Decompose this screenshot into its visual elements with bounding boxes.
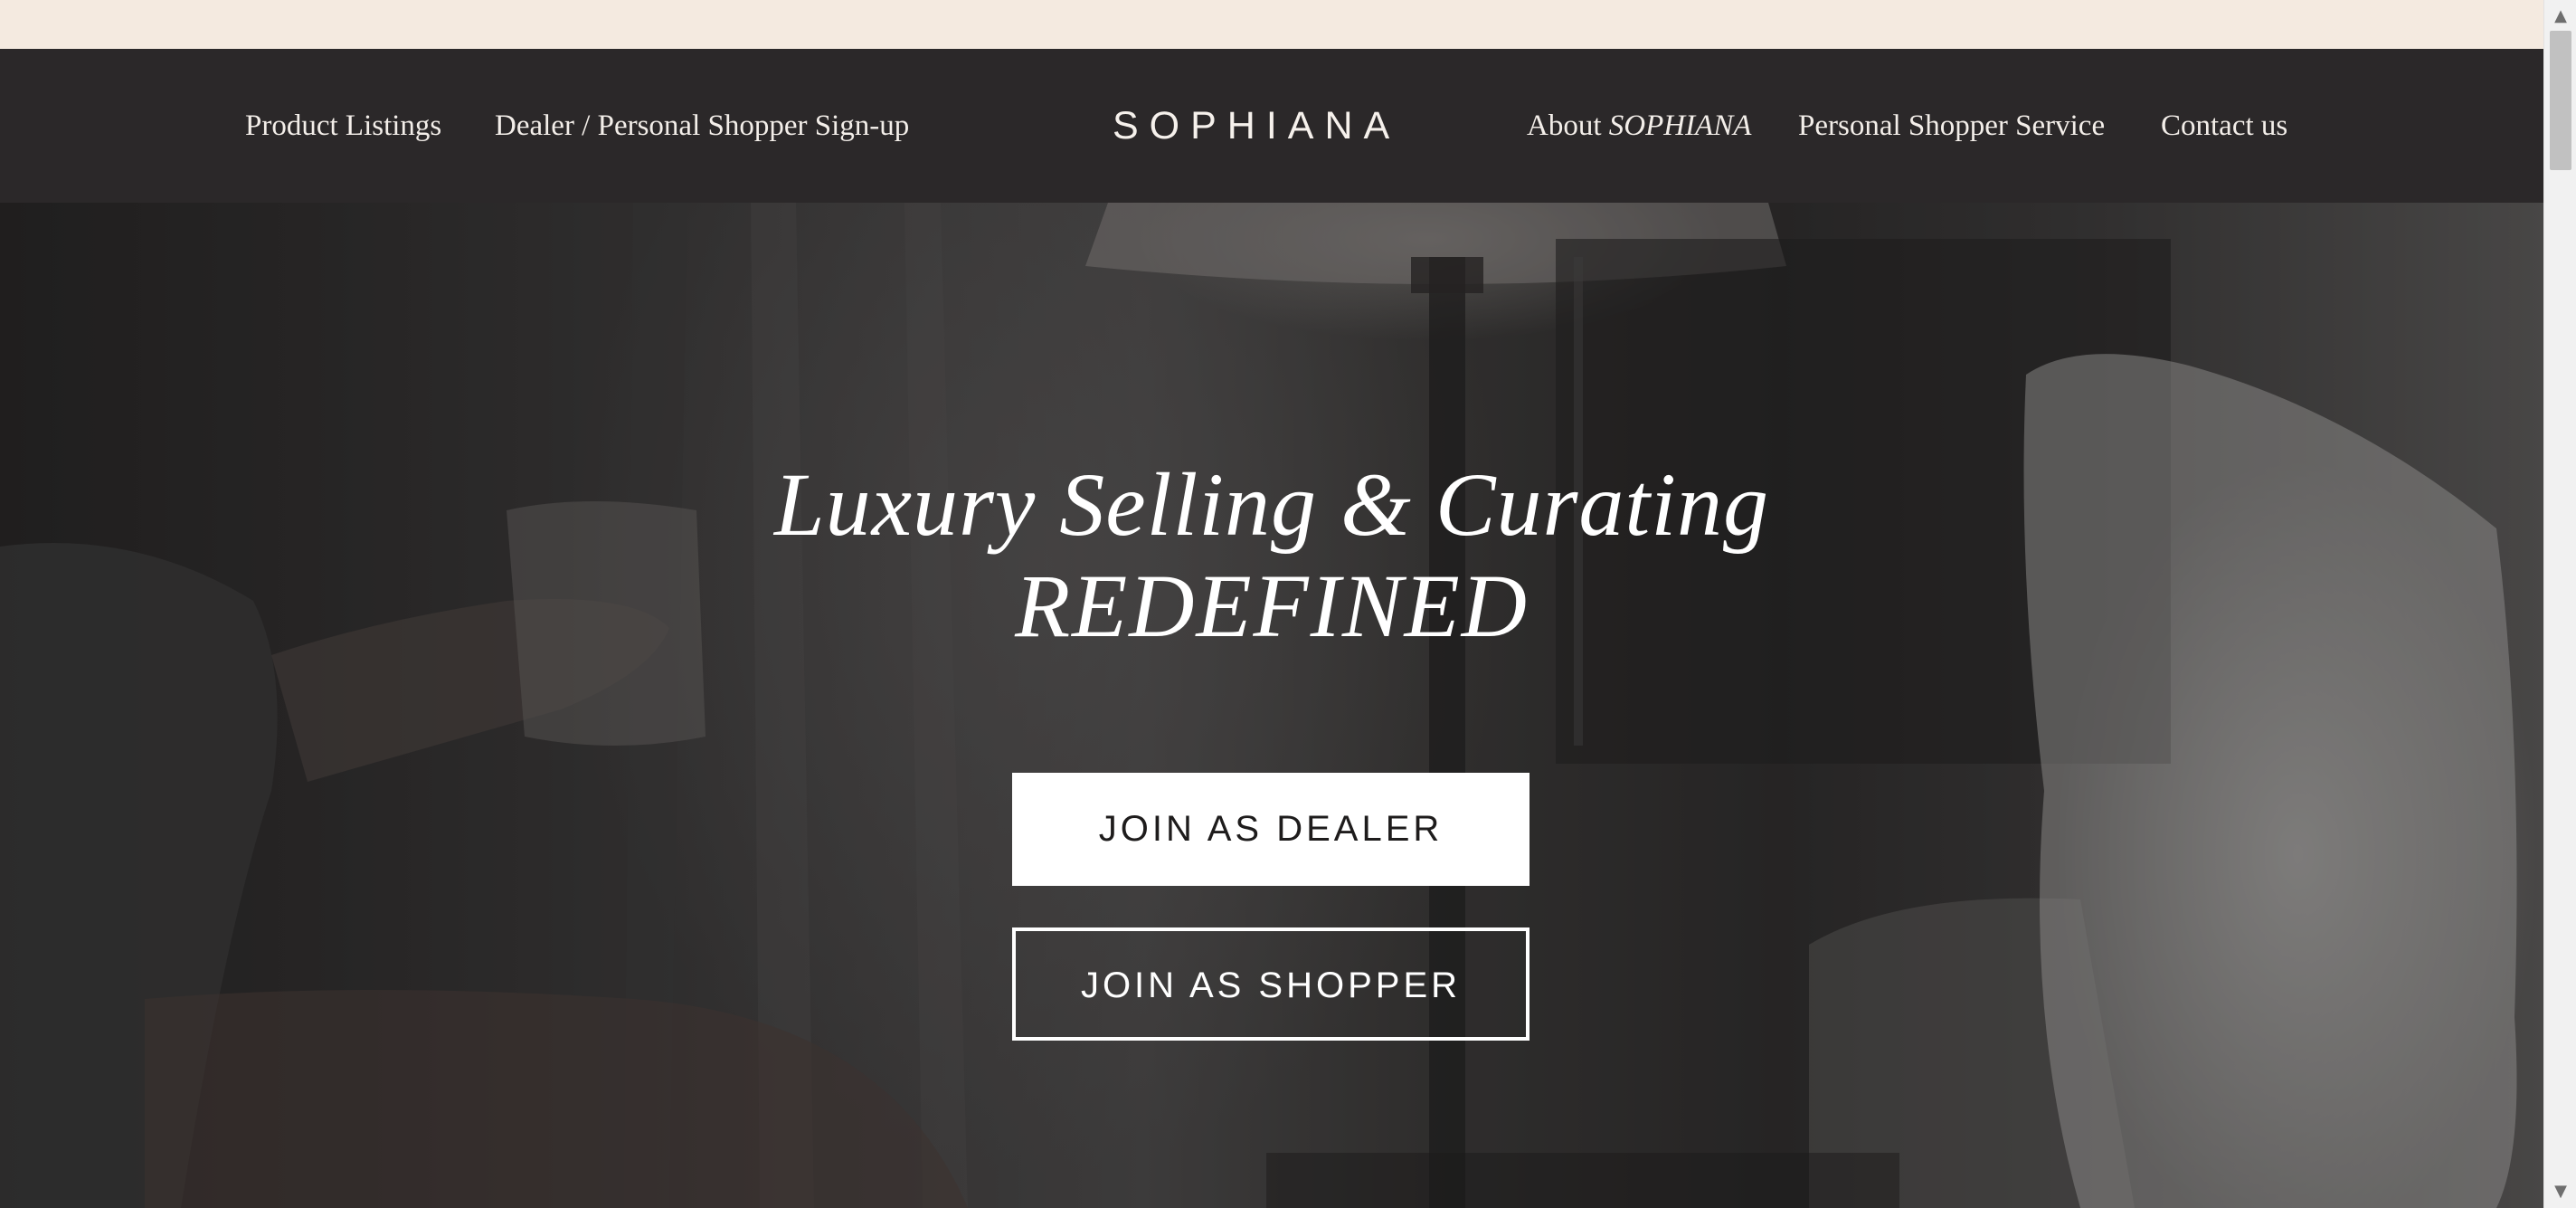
hero-title-line1: Luxury Selling & Curating — [774, 454, 1769, 555]
brand-logo[interactable]: SOPHIANA — [1113, 49, 1400, 203]
nav-about-brand: SOPHIANA — [1608, 109, 1752, 142]
vertical-scrollbar[interactable]: ▲ ▼ — [2543, 0, 2576, 1208]
join-as-shopper-button[interactable]: JOIN AS SHOPPER — [1012, 927, 1530, 1041]
join-as-dealer-button[interactable]: JOIN AS DEALER — [1012, 773, 1530, 886]
triangle-up-icon[interactable]: ▲ — [2544, 2, 2576, 31]
hero-section: Luxury Selling & Curating REDEFINED JOIN… — [0, 203, 2543, 1208]
nav-about-prefix: About — [1527, 109, 1602, 142]
hero-title: Luxury Selling & Curating REDEFINED — [0, 454, 2543, 657]
scrollbar-thumb[interactable] — [2550, 31, 2571, 170]
nav-contact-us[interactable]: Contact us — [2161, 49, 2287, 203]
triangle-down-icon[interactable]: ▼ — [2544, 1177, 2576, 1206]
hero-title-line2: REDEFINED — [1015, 556, 1529, 656]
nav-about[interactable]: About SOPHIANA — [1527, 49, 1751, 203]
page: Product Listings Dealer / Personal Shopp… — [0, 0, 2576, 1208]
hero-dark-overlay — [0, 203, 2543, 1208]
site-header: Product Listings Dealer / Personal Shopp… — [0, 49, 2543, 203]
nav-personal-shopper-service[interactable]: Personal Shopper Service — [1798, 49, 2105, 203]
nav-product-listings[interactable]: Product Listings — [245, 49, 441, 203]
announcement-strip — [0, 0, 2543, 49]
nav-dealer-shopper-signup[interactable]: Dealer / Personal Shopper Sign-up — [495, 49, 909, 203]
